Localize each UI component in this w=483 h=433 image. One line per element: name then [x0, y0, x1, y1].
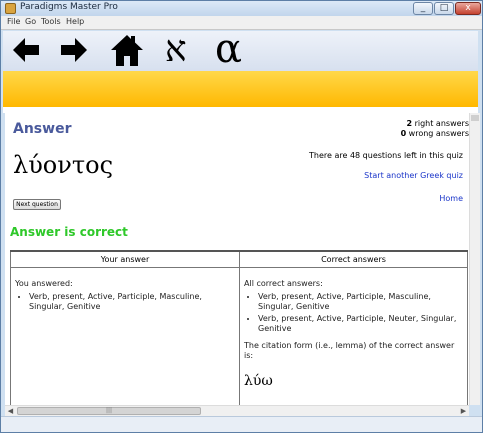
home-icon: [111, 35, 143, 66]
wrong-answers-line: 0 wrong answers: [401, 129, 469, 139]
menu-file[interactable]: File: [7, 17, 20, 26]
menu-help[interactable]: Help: [66, 17, 84, 26]
page-title: Answer: [13, 121, 72, 137]
menu-go[interactable]: Go: [25, 17, 36, 26]
answer-page: Answer λύοντος Next question 2 right ans…: [5, 113, 473, 405]
toolbar: א α: [3, 29, 478, 71]
next-question-button[interactable]: Next question: [13, 199, 61, 210]
your-answer-header: Your answer: [10, 250, 240, 268]
start-greek-quiz-link[interactable]: Start another Greek quiz: [364, 171, 463, 180]
your-answer-intro: You answered:: [15, 278, 73, 288]
results-row: You answered: Verb, present, Active, Par…: [10, 267, 468, 405]
your-answer-list: Verb, present, Active, Participle, Mascu…: [29, 292, 235, 312]
vertical-scrollbar[interactable]: [469, 113, 480, 405]
scroll-thumb[interactable]: [471, 115, 479, 121]
arrow-right-icon: [61, 38, 87, 62]
arrow-left-icon: [13, 38, 39, 62]
list-item: Verb, present, Active, Participle, Mascu…: [258, 292, 463, 312]
hebrew-quiz-button[interactable]: א: [165, 32, 187, 68]
your-answer-cell: You answered: Verb, present, Active, Par…: [10, 267, 240, 405]
quiz-word: λύοντος: [13, 151, 114, 179]
list-item: Verb, present, Active, Participle, Neute…: [258, 314, 463, 334]
remaining-questions: There are 48 questions left in this quiz: [309, 151, 463, 160]
forward-button[interactable]: [57, 33, 91, 67]
status-bar: [1, 416, 482, 432]
correct-answers-cell: All correct answers: Verb, present, Acti…: [239, 267, 468, 405]
scroll-left-icon[interactable]: ◀: [6, 407, 15, 416]
results-table: Your answer Correct answers You answered…: [10, 250, 468, 405]
results-header-row: Your answer Correct answers: [10, 250, 468, 268]
window-title: Paradigms Master Pro: [20, 2, 118, 12]
correct-answers-intro: All correct answers:: [244, 278, 323, 288]
right-answers-line: 2 right answers: [401, 119, 469, 129]
menu-tools[interactable]: Tools: [41, 17, 61, 26]
horizontal-scrollbar[interactable]: ◀ ||| ▶: [5, 405, 469, 416]
wrong-label: wrong answers: [406, 129, 469, 138]
result-status: Answer is correct: [10, 225, 128, 239]
home-button[interactable]: [109, 33, 145, 67]
maximize-button[interactable]: □: [434, 2, 454, 15]
scroll-right-icon[interactable]: ▶: [459, 407, 468, 416]
home-link[interactable]: Home: [439, 194, 463, 203]
right-label: right answers: [412, 119, 469, 128]
back-button[interactable]: [9, 33, 43, 67]
correct-answers-list: Verb, present, Active, Participle, Mascu…: [258, 292, 463, 334]
greek-quiz-button[interactable]: α: [215, 29, 242, 69]
lemma: λύω: [244, 372, 273, 389]
title-bar: Paradigms Master Pro _ □ x: [1, 1, 482, 16]
scroll-thumb[interactable]: |||: [17, 407, 201, 415]
correct-answers-header: Correct answers: [239, 250, 468, 268]
list-item: Verb, present, Active, Participle, Mascu…: [29, 292, 235, 312]
app-icon: [5, 3, 16, 14]
close-button[interactable]: x: [455, 2, 481, 15]
app-window: Paradigms Master Pro _ □ x File Go Tools…: [0, 0, 483, 433]
citation-text: The citation form (i.e., lemma) of the c…: [244, 340, 455, 360]
header-banner: [3, 71, 478, 107]
score-summary: 2 right answers 0 wrong answers: [401, 119, 469, 139]
minimize-button[interactable]: _: [413, 2, 433, 15]
